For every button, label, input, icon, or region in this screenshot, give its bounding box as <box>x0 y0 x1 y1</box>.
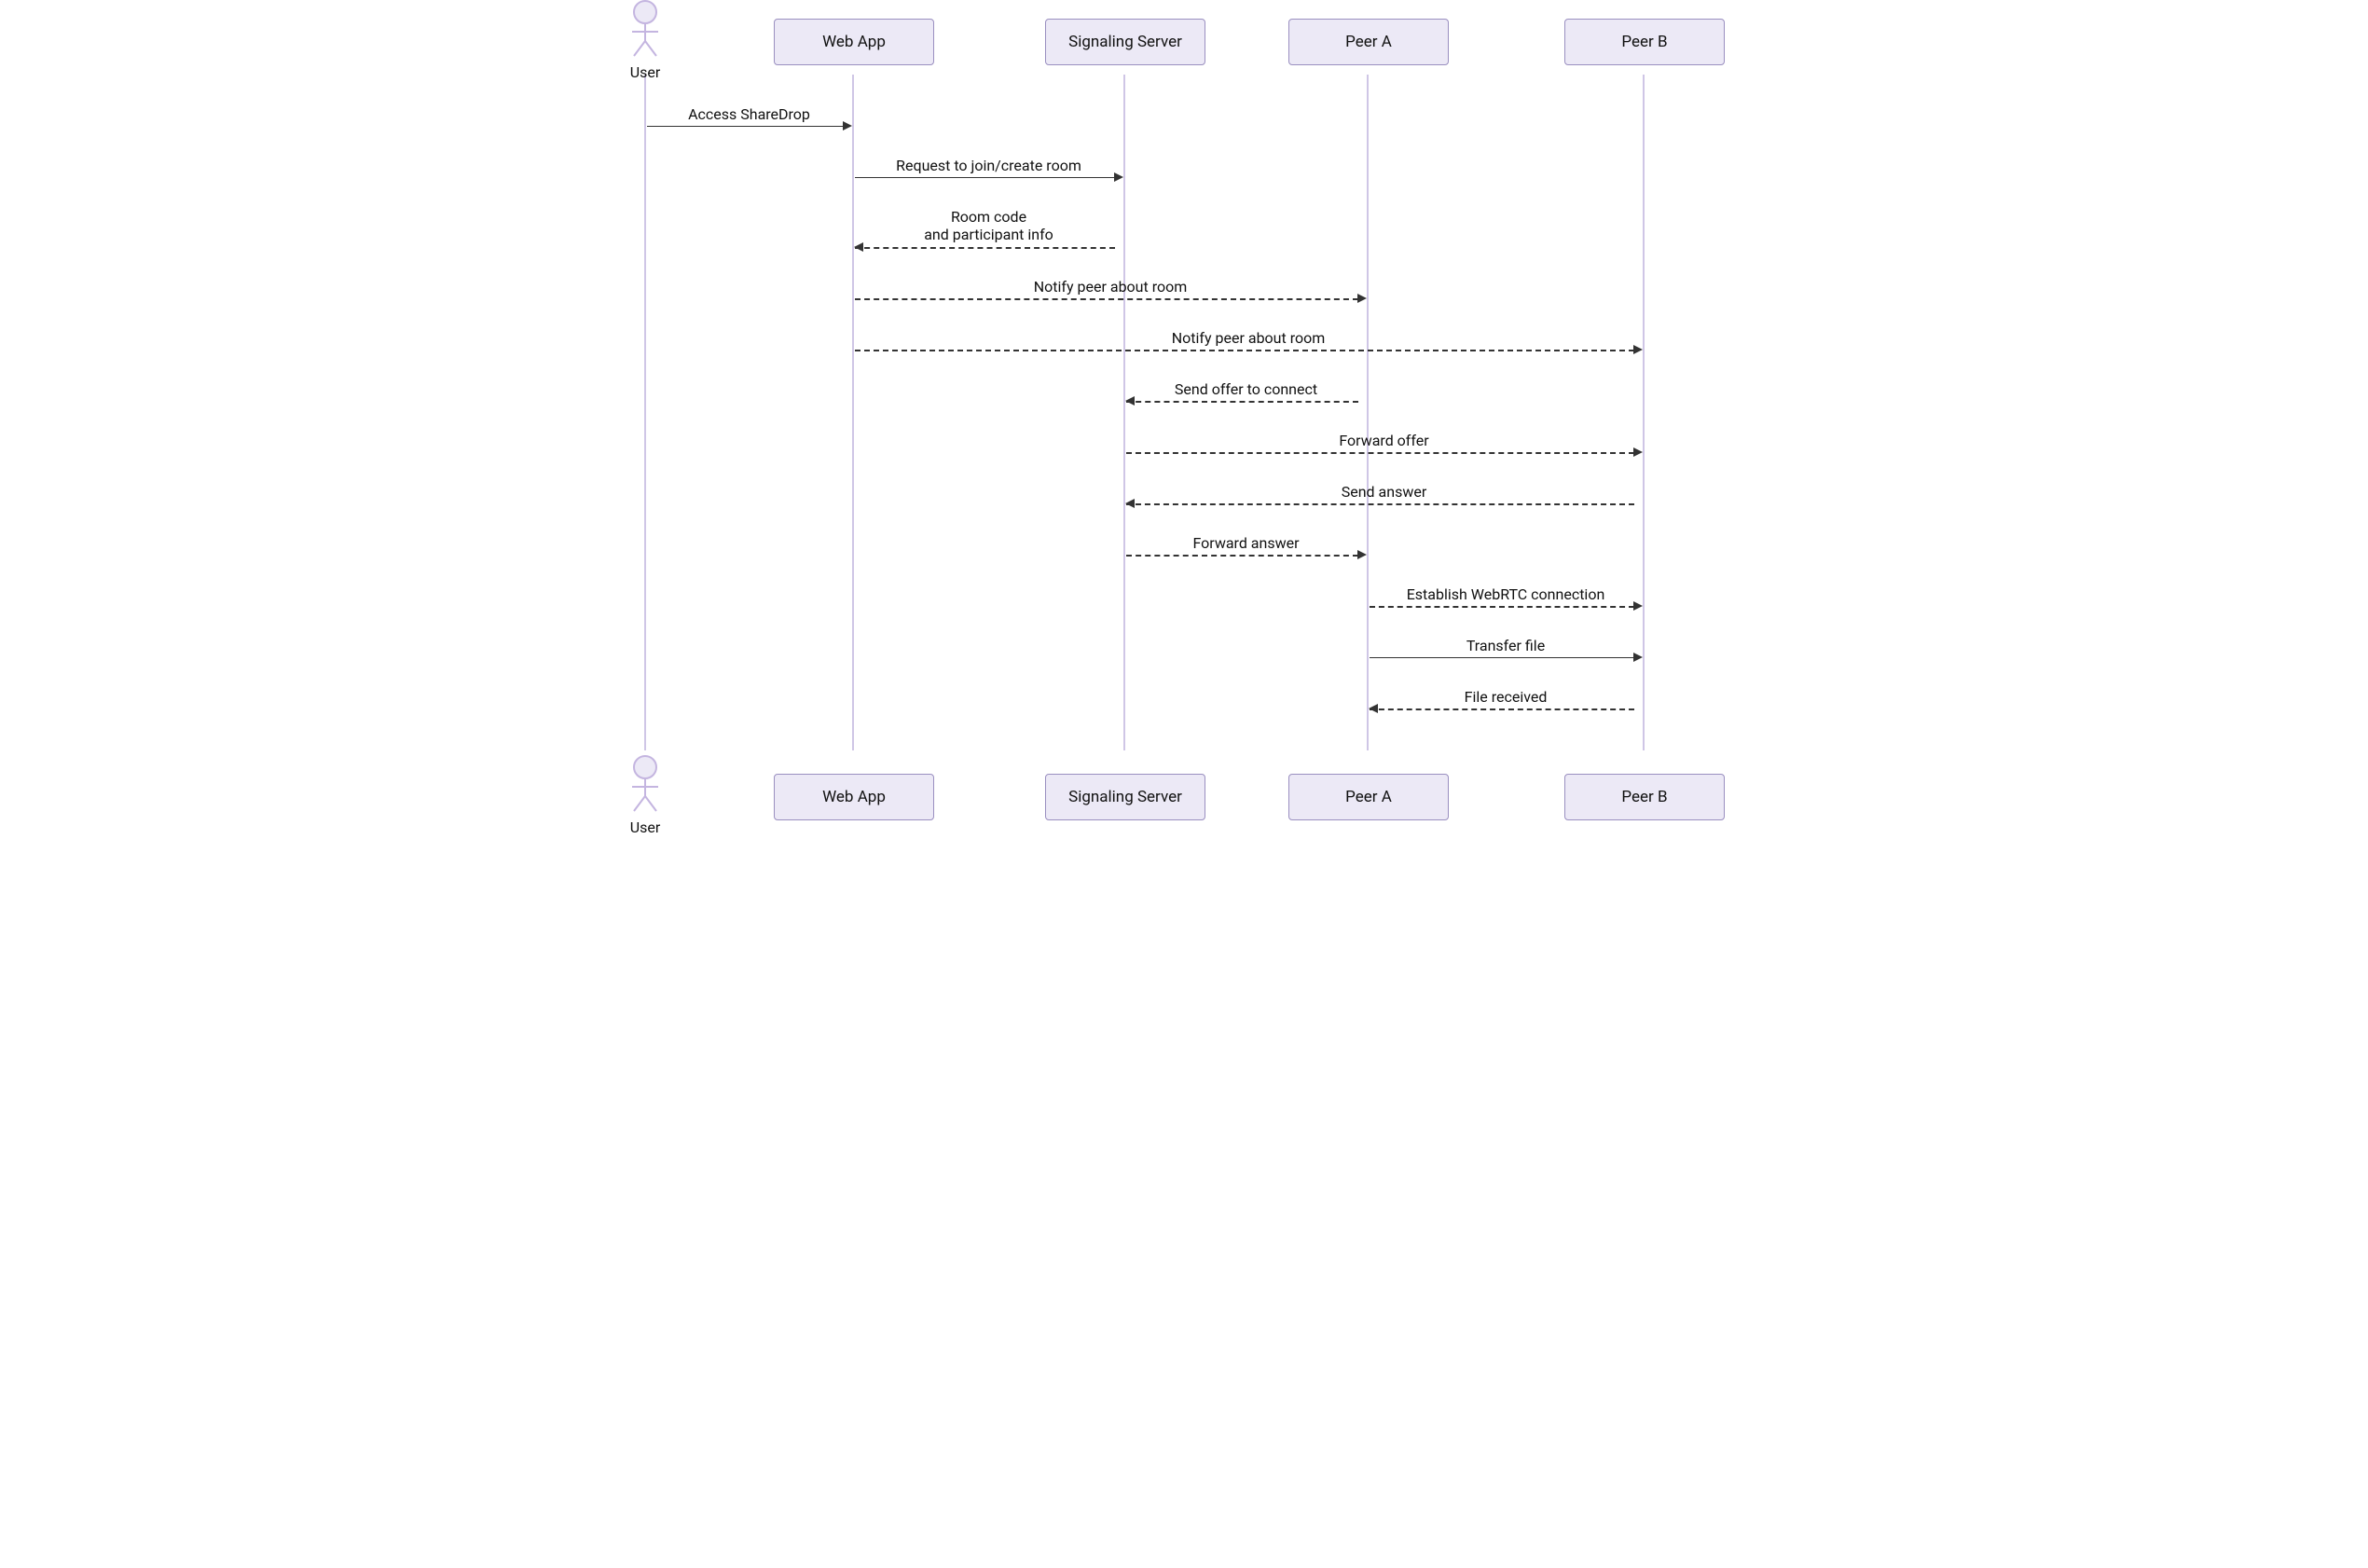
participant-label: Signaling Server <box>1068 33 1182 51</box>
participant-label: Peer A <box>1345 33 1392 51</box>
message-line <box>1370 606 1634 608</box>
actor-body-icon <box>622 779 668 817</box>
message-label: Notify peer about room <box>853 278 1368 296</box>
arrow-head-icon <box>1633 653 1643 662</box>
message-line <box>855 247 1115 249</box>
actor-head-icon <box>633 0 657 24</box>
participant-peerA-top: Peer A <box>1288 19 1449 65</box>
arrow-head-icon <box>1125 499 1135 508</box>
arrow-head-icon <box>854 242 863 252</box>
message-line <box>1126 503 1634 505</box>
participant-webapp-top: Web App <box>774 19 934 65</box>
actor-body-icon <box>622 24 668 62</box>
arrow-head-icon <box>1369 704 1378 713</box>
message-line <box>1126 452 1634 454</box>
message-label: Notify peer about room <box>853 329 1644 347</box>
participant-label: Web App <box>822 33 886 51</box>
participant-signaling-bottom: Signaling Server <box>1045 774 1205 820</box>
message-label: Room codeand participant info <box>853 208 1124 243</box>
participant-label: Peer B <box>1621 788 1667 806</box>
actor-label: User <box>622 63 668 81</box>
message-line <box>855 298 1358 300</box>
participant-signaling-top: Signaling Server <box>1045 19 1205 65</box>
message-label: Forward offer <box>1124 432 1644 449</box>
message-line <box>1370 708 1634 710</box>
participant-webapp-bottom: Web App <box>774 774 934 820</box>
actor-user-bottom: User <box>622 755 668 836</box>
message-line <box>647 126 844 127</box>
participant-label: Signaling Server <box>1068 788 1182 806</box>
message-label: Forward answer <box>1124 534 1368 552</box>
message-label: Send answer <box>1124 483 1644 501</box>
participant-peerB-bottom: Peer B <box>1564 774 1725 820</box>
arrow-head-icon <box>843 121 852 131</box>
participant-peerA-bottom: Peer A <box>1288 774 1449 820</box>
message-label: File received <box>1368 688 1644 706</box>
message-line <box>1126 555 1358 557</box>
arrow-head-icon <box>1357 294 1367 303</box>
arrow-head-icon <box>1633 601 1643 611</box>
arrow-head-icon <box>1633 345 1643 354</box>
actor-user-top: User <box>622 0 668 81</box>
actor-head-icon <box>633 755 657 779</box>
message-label: Access ShareDrop <box>645 105 853 123</box>
participant-label: Peer B <box>1621 33 1667 51</box>
arrow-head-icon <box>1114 172 1123 182</box>
participant-label: Peer A <box>1345 788 1392 806</box>
arrow-head-icon <box>1125 396 1135 406</box>
message-line <box>1126 401 1358 403</box>
message-label: Transfer file <box>1368 637 1644 654</box>
message-line <box>855 350 1634 351</box>
participant-peerB-top: Peer B <box>1564 19 1725 65</box>
sequence-diagram: User Web App Signaling Server Peer A Peer B A… <box>531 0 1837 876</box>
message-line <box>855 177 1115 178</box>
message-label: Request to join/create room <box>853 157 1124 174</box>
arrow-head-icon <box>1357 550 1367 559</box>
actor-label: User <box>622 818 668 836</box>
lifeline-user <box>644 75 646 750</box>
message-label: Establish WebRTC connection <box>1368 585 1644 603</box>
arrow-head-icon <box>1633 447 1643 457</box>
lifeline-webapp <box>852 75 854 750</box>
message-line <box>1370 657 1634 658</box>
lifeline-signaling <box>1123 75 1125 750</box>
participant-label: Web App <box>822 788 886 806</box>
message-label: Send offer to connect <box>1124 380 1368 398</box>
